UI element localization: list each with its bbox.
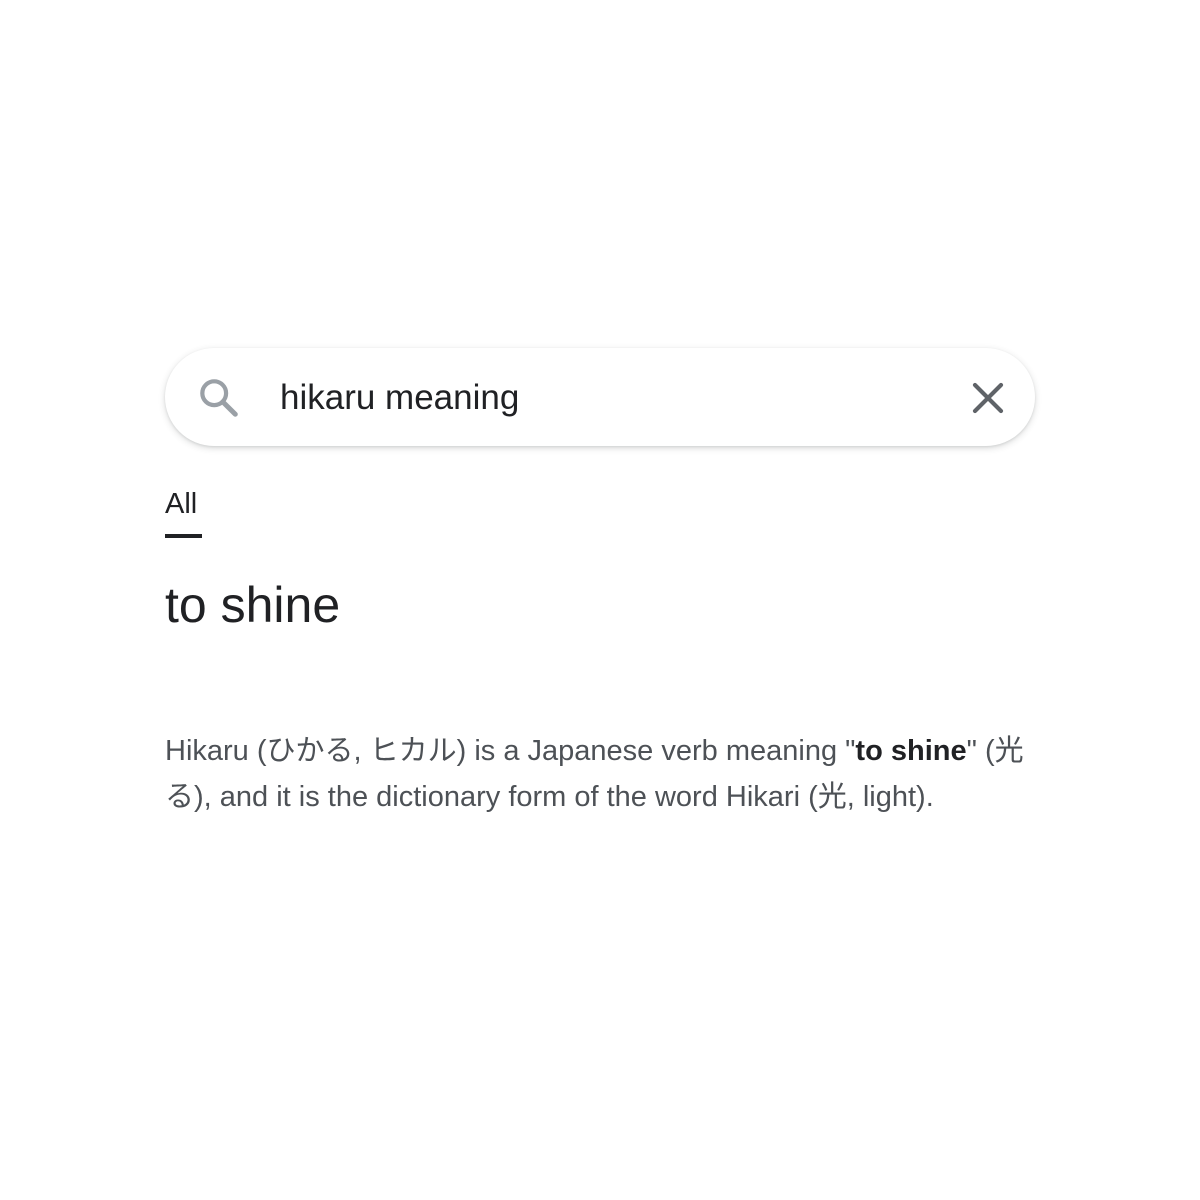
close-icon [962,372,1014,424]
clear-search-button[interactable] [962,372,1014,424]
tab-all[interactable]: All [165,486,202,540]
answer-snippet: Hikaru (ひかる, ヒカル) is a Japanese verb mea… [165,728,1035,820]
tab-all-label: All [165,488,198,520]
snippet-text-1: Hikaru (ひかる, ヒカル) is a Japanese verb mea… [165,735,856,767]
search-input[interactable] [280,372,920,424]
snippet-highlight: to shine [855,735,967,767]
tab-selected-indicator [165,534,202,538]
answer-title: to shine [165,577,341,633]
search-icon[interactable] [196,375,242,421]
